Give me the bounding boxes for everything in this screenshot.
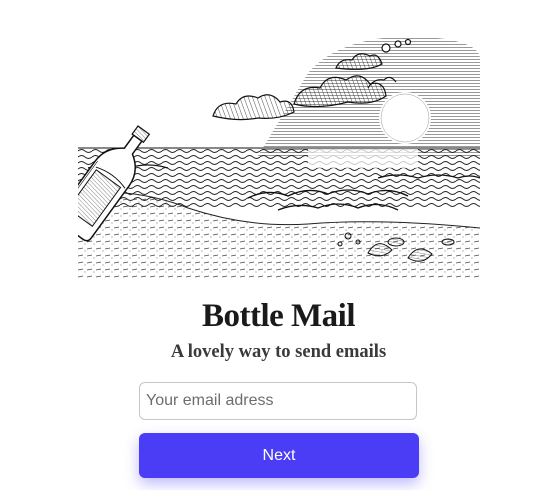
message-in-a-bottle-illustration (78, 36, 480, 278)
email-field[interactable] (139, 382, 417, 420)
tagline: A lovely way to send emails (170, 342, 387, 362)
next-button[interactable]: Next (139, 433, 419, 478)
page-title: Bottle Mail (0, 296, 545, 337)
signup-page: Bottle Mail A lovely way to send emails … (0, 0, 545, 490)
app-title: Bottle Mail (201, 298, 356, 334)
